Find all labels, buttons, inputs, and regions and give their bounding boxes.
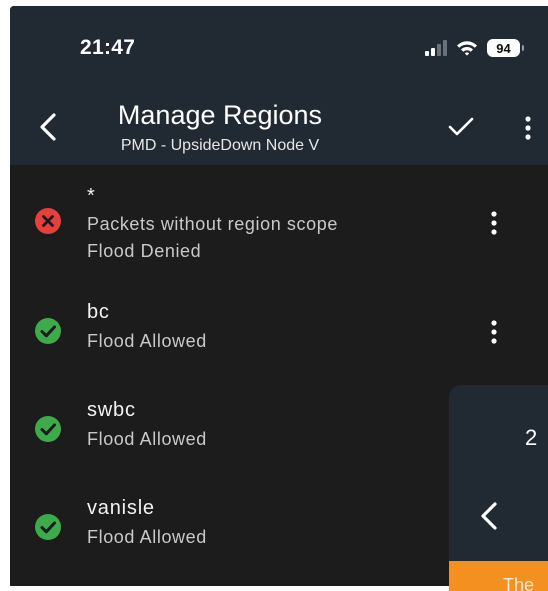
region-description: Packets without region scope — [87, 214, 338, 234]
overlay-number: 2 — [525, 425, 538, 450]
region-row-all[interactable]: * Packets without region scope Flood Den… — [10, 165, 548, 265]
status-time: 21:47 — [80, 36, 136, 59]
allowed-status-icon — [35, 514, 61, 540]
overlay-banner: The — [449, 561, 548, 591]
allowed-status-icon — [35, 416, 61, 442]
region-name: * — [87, 185, 96, 207]
more-vertical-icon[interactable] — [518, 114, 538, 142]
region-flood-status: Flood Allowed — [87, 429, 207, 449]
status-icons: 94 — [425, 38, 524, 58]
overlay-banner-text: The — [503, 575, 535, 591]
region-name: vanisle — [87, 497, 155, 519]
overlapping-screen-panel: 2 The — [449, 385, 548, 591]
page-title: Manage Regions — [117, 100, 323, 130]
denied-status-icon — [35, 208, 61, 234]
region-flood-status: Flood Denied — [87, 241, 202, 261]
app-header: 21:47 94 Manage Regions PMD - UpsideDown… — [10, 6, 548, 165]
battery-icon: 94 — [487, 39, 524, 57]
region-row-bc[interactable]: bc Flood Allowed — [10, 281, 548, 367]
region-flood-status: Flood Allowed — [87, 331, 207, 351]
battery-level: 94 — [496, 40, 511, 56]
region-flood-status: Flood Allowed — [87, 527, 207, 547]
wifi-icon — [457, 41, 477, 56]
cellular-signal-icon — [425, 40, 447, 56]
more-vertical-icon[interactable] — [484, 318, 504, 346]
allowed-status-icon — [35, 318, 61, 344]
region-name: swbc — [87, 399, 136, 421]
page-subtitle: PMD - UpsideDown Node V — [120, 137, 320, 154]
region-name: bc — [87, 301, 110, 323]
more-vertical-icon[interactable] — [484, 209, 504, 237]
check-icon[interactable] — [446, 114, 476, 140]
back-chevron-icon[interactable] — [477, 499, 501, 533]
